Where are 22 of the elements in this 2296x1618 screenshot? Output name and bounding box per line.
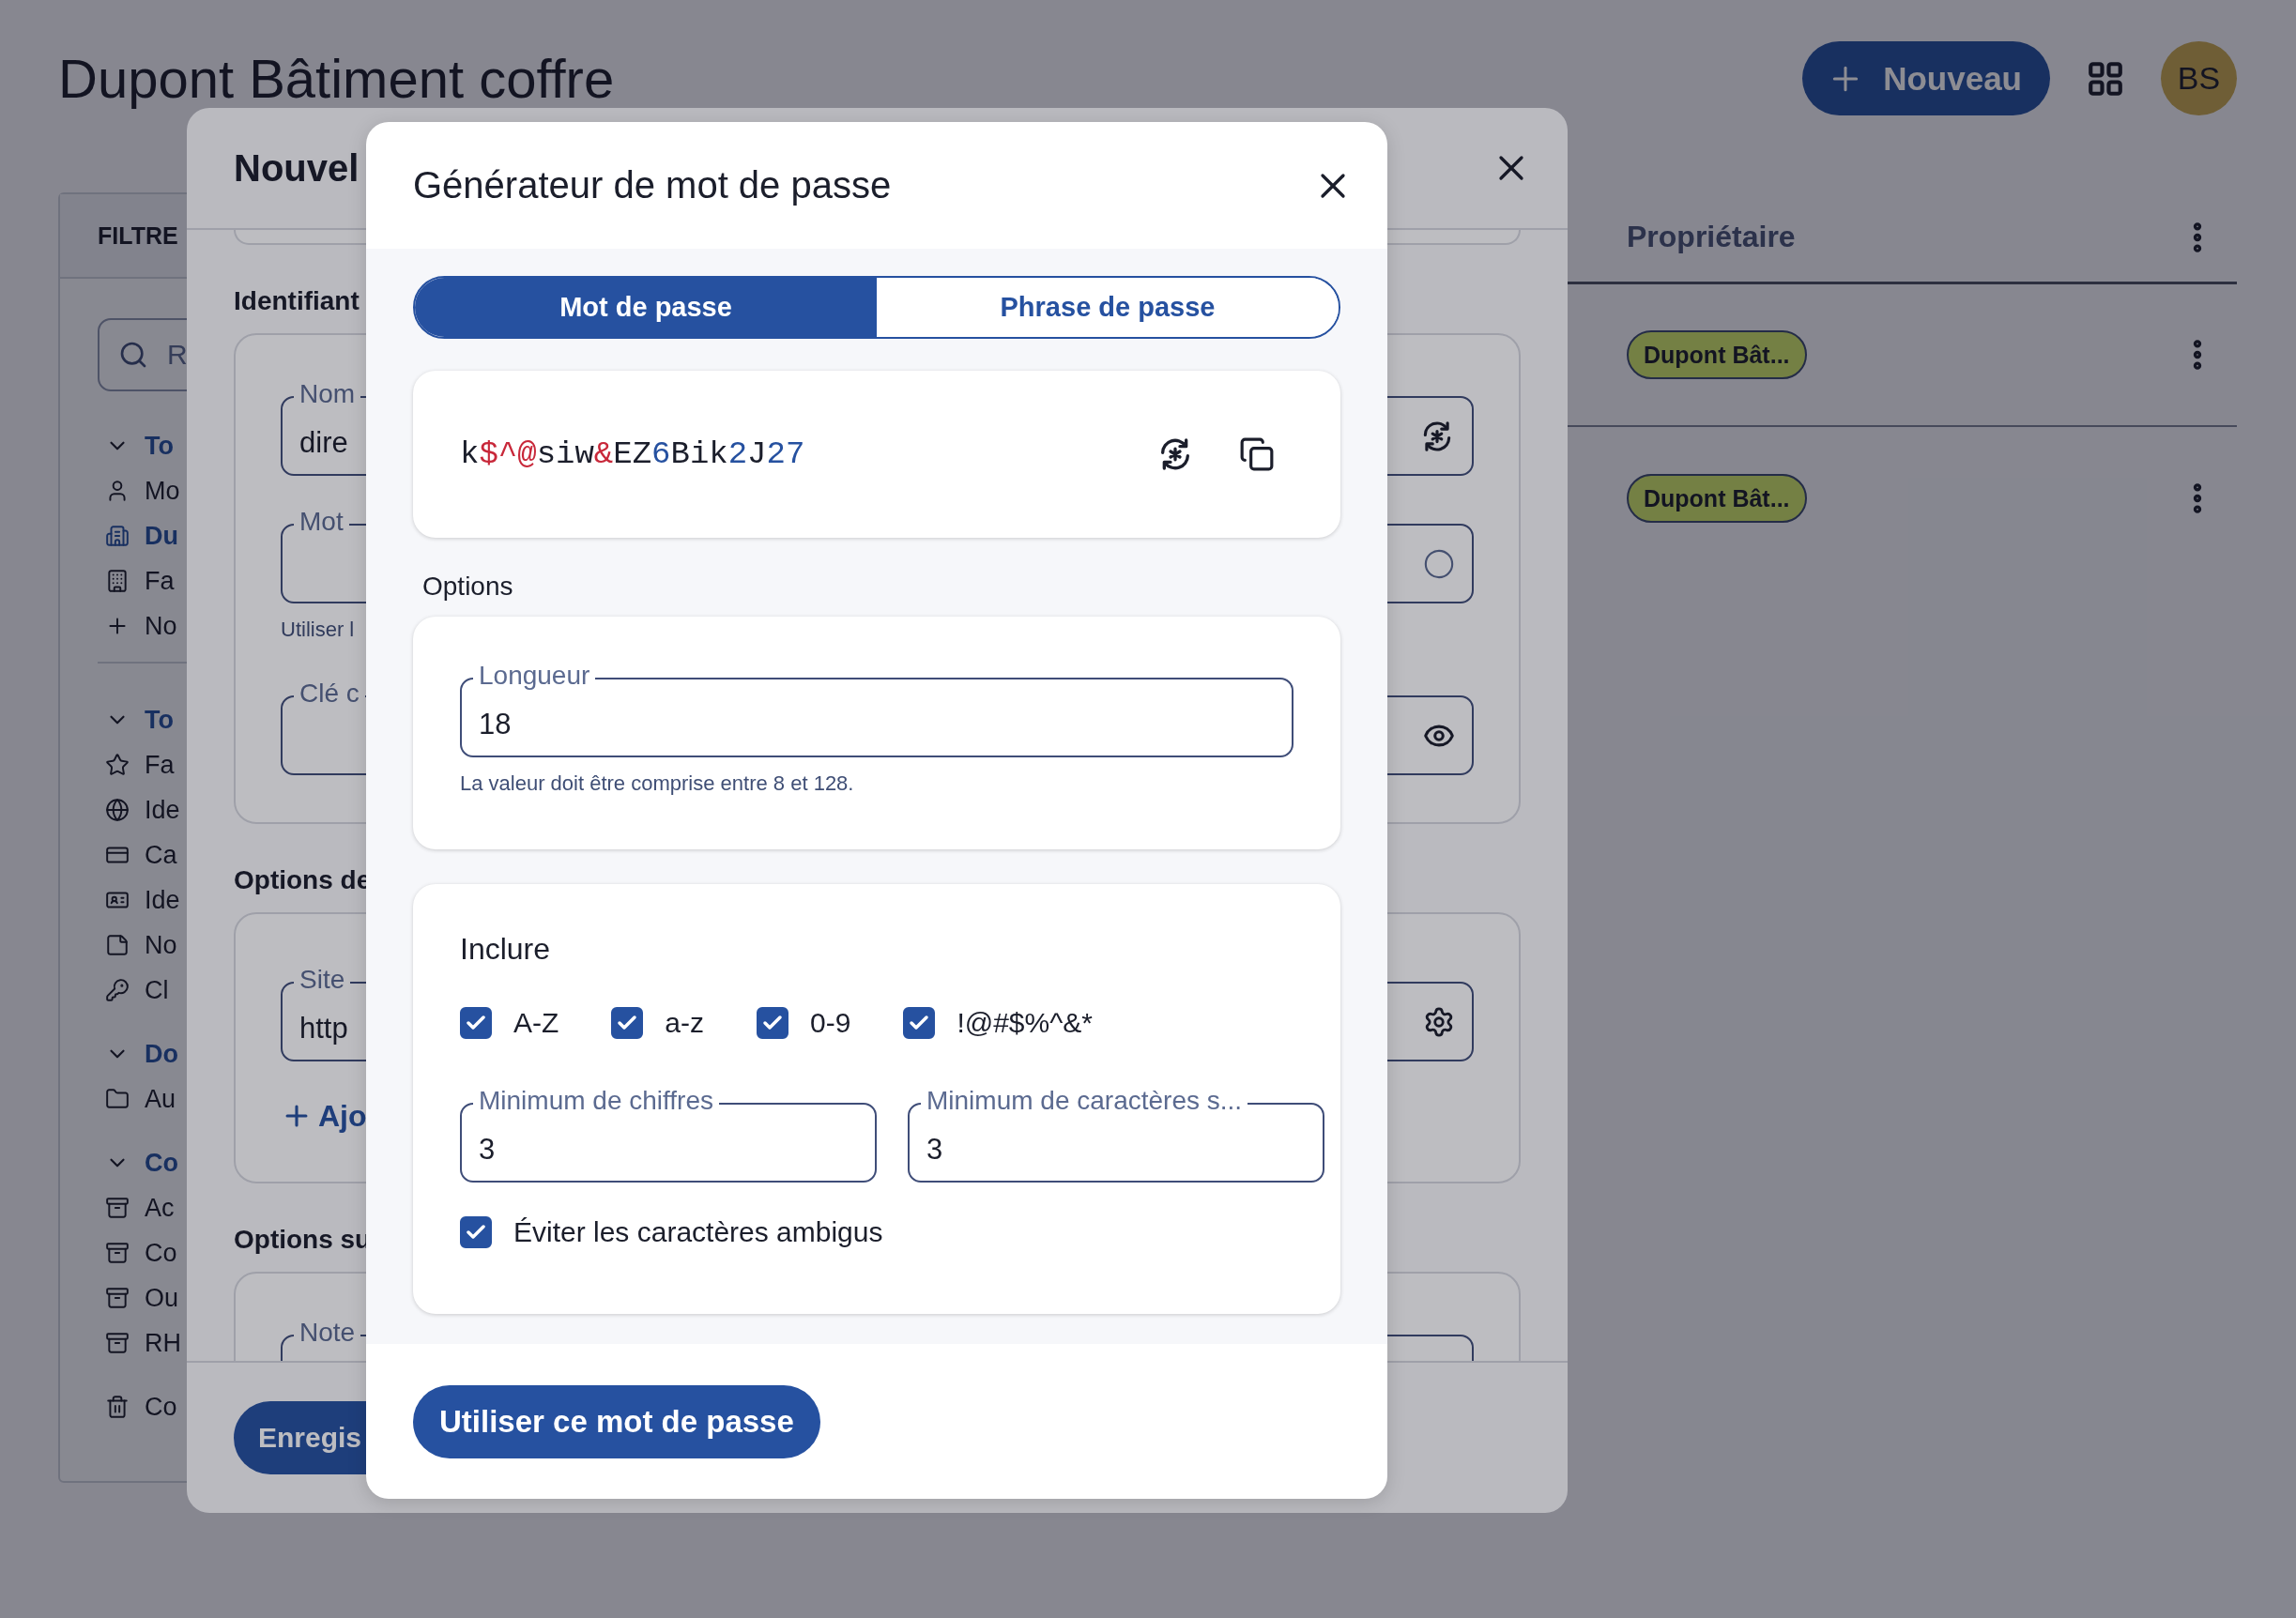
dialog-title: Générateur de mot de passe xyxy=(413,164,892,206)
panel-heading: FILTRE xyxy=(98,221,178,250)
section-heading: Inclure xyxy=(460,932,552,968)
section-heading: Options xyxy=(421,572,514,603)
owner-badge: Dupont Bât... xyxy=(1627,330,1807,379)
section-heading: Identifiant xyxy=(234,286,360,317)
field-value: 3 xyxy=(478,1131,496,1167)
checkbox-label: 0-9 xyxy=(810,1007,851,1039)
owner-badge: Dupont Bât... xyxy=(1627,474,1807,523)
field-value: 18 xyxy=(478,706,512,741)
field-value: 3 xyxy=(926,1131,943,1167)
field-value: dire xyxy=(298,424,348,460)
page-title: Dupont Bâtiment coffre xyxy=(58,47,616,110)
checkbox-label: Éviter les caractères ambigus xyxy=(513,1216,883,1248)
checkbox-label: !@#$%^&* xyxy=(957,1007,1093,1039)
field-value: http xyxy=(298,1010,348,1046)
field-hint: Utiliser l xyxy=(281,617,356,643)
dialog-title: Nouvel xyxy=(234,146,360,190)
generated-password: k$^@siw&EZ6Bik2J27 xyxy=(460,436,806,472)
field-hint: La valeur doit être comprise entre 8 et 128. xyxy=(460,771,855,797)
checkbox-label: A-Z xyxy=(513,1007,559,1039)
checkbox-label: a-z xyxy=(665,1007,704,1039)
